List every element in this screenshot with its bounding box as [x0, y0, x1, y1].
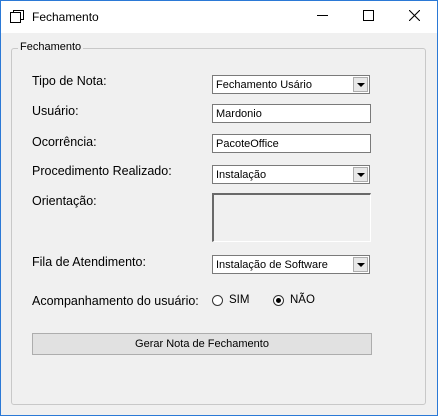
ocorrencia-input[interactable]: PacoteOffice: [212, 134, 371, 153]
chevron-down-icon[interactable]: [353, 167, 368, 182]
acompanhamento-label: Acompanhamento do usuário:: [32, 294, 199, 308]
procedimento-select[interactable]: Instalação: [212, 165, 370, 184]
tipo-nota-value: Fechamento Usário: [216, 79, 312, 91]
minimize-button[interactable]: [299, 1, 345, 33]
radio-nao-button[interactable]: [273, 294, 284, 306]
window-icon: [10, 10, 24, 23]
maximize-button[interactable]: [345, 1, 391, 33]
maximize-icon: [362, 10, 374, 24]
title-bar[interactable]: Fechamento: [1, 1, 437, 33]
fila-value: Instalação de Software: [216, 259, 328, 271]
close-button[interactable]: [391, 1, 437, 33]
tipo-nota-label: Tipo de Nota:: [32, 74, 107, 88]
orientacao-label: Orientação:: [32, 194, 97, 208]
fila-label: Fila de Atendimento:: [32, 255, 146, 269]
orientacao-textarea[interactable]: [212, 193, 371, 242]
minimize-icon: [316, 10, 328, 24]
usuario-input[interactable]: Mardonio: [212, 104, 371, 123]
gerar-nota-button[interactable]: Gerar Nota de Fechamento: [32, 333, 372, 355]
window-title: Fechamento: [32, 10, 99, 24]
fila-select[interactable]: Instalação de Software: [212, 255, 370, 274]
ocorrencia-label: Ocorrência:: [32, 135, 97, 149]
usuario-label: Usuário:: [32, 104, 79, 118]
radio-sim[interactable]: SIM: [212, 294, 249, 306]
ocorrencia-value: PacoteOffice: [216, 138, 279, 150]
usuario-value: Mardonio: [216, 108, 262, 120]
close-icon: [408, 9, 420, 24]
tipo-nota-select[interactable]: Fechamento Usário: [212, 75, 370, 94]
group-legend: Fechamento: [18, 41, 84, 53]
procedimento-value: Instalação: [216, 169, 267, 181]
radio-nao[interactable]: NÃO: [273, 294, 315, 306]
radio-sim-button[interactable]: [212, 294, 223, 306]
chevron-down-icon[interactable]: [353, 257, 368, 272]
radio-nao-label: NÃO: [290, 294, 315, 306]
chevron-down-icon[interactable]: [353, 77, 368, 92]
procedimento-label: Procedimento Realizado:: [32, 164, 172, 178]
radio-sim-label: SIM: [229, 294, 250, 306]
